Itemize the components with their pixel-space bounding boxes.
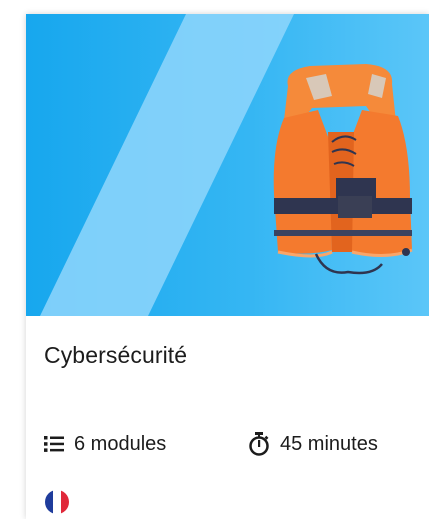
course-title: Cybersécurité xyxy=(44,342,188,368)
life-jacket-icon xyxy=(273,64,413,275)
course-card[interactable]: Cybersécurité 6 modules 45 minutes xyxy=(26,14,429,519)
stopwatch-icon xyxy=(248,432,270,456)
course-thumbnail xyxy=(26,14,429,316)
hero-graphic xyxy=(40,14,413,316)
duration-label: 45 minutes xyxy=(280,432,378,455)
course-duration: 45 minutes xyxy=(248,430,378,458)
modules-label: 6 modules xyxy=(74,432,167,455)
diagonal-stripe xyxy=(40,14,294,316)
modules-count: 6 modules xyxy=(44,430,166,458)
france-flag-icon xyxy=(45,490,69,514)
list-icon xyxy=(44,435,64,453)
